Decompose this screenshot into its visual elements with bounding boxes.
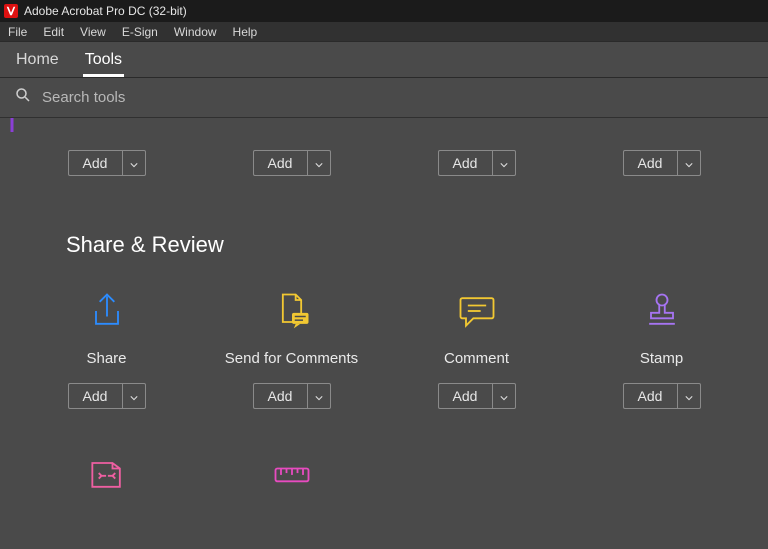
- share-icon: [85, 286, 129, 336]
- tool-compare-files[interactable]: [14, 449, 199, 499]
- section-title: Share & Review: [66, 232, 754, 258]
- measure-icon: [270, 449, 314, 499]
- chevron-down-icon: [500, 388, 508, 404]
- add-button-group: Add: [623, 150, 701, 176]
- comment-icon: [455, 286, 499, 336]
- add-button[interactable]: Add: [623, 150, 677, 176]
- menubar: File Edit View E-Sign Window Help: [0, 22, 768, 42]
- window-title: Adobe Acrobat Pro DC (32-bit): [24, 4, 187, 18]
- add-button-group: Add: [253, 150, 331, 176]
- tool-stamp[interactable]: Stamp Add: [569, 286, 754, 409]
- add-button-group: Add: [68, 150, 146, 176]
- add-button[interactable]: Add: [623, 383, 677, 409]
- add-button[interactable]: Add: [253, 383, 307, 409]
- chevron-down-icon: [130, 155, 138, 171]
- menu-view[interactable]: View: [72, 23, 114, 41]
- app-icon: [4, 4, 18, 18]
- chevron-down-icon: [315, 155, 323, 171]
- tab-home[interactable]: Home: [14, 45, 61, 77]
- tool-label: Share: [86, 350, 126, 367]
- chevron-down-icon: [130, 388, 138, 404]
- add-button-group: Add: [438, 150, 516, 176]
- send-for-comments-icon: [270, 286, 314, 336]
- add-button-group: Add: [438, 383, 516, 409]
- stamp-icon: [640, 286, 684, 336]
- add-dropdown[interactable]: [307, 150, 331, 176]
- menu-edit[interactable]: Edit: [35, 23, 72, 41]
- add-button[interactable]: Add: [438, 150, 492, 176]
- add-button-group: Add: [68, 383, 146, 409]
- tabbar: Home Tools: [0, 42, 768, 78]
- add-dropdown[interactable]: [122, 383, 146, 409]
- tool-label: Comment: [444, 350, 509, 367]
- compare-files-icon: [85, 449, 129, 499]
- add-dropdown[interactable]: [492, 383, 516, 409]
- tool-comment[interactable]: Comment Add: [384, 286, 569, 409]
- add-button-group: Add: [253, 383, 331, 409]
- search-input[interactable]: [42, 89, 754, 106]
- tool-measure[interactable]: [199, 449, 384, 499]
- add-button-group: Add: [623, 383, 701, 409]
- add-button[interactable]: Add: [438, 383, 492, 409]
- chevron-down-icon: [315, 388, 323, 404]
- menu-help[interactable]: Help: [225, 23, 266, 41]
- chevron-down-icon: [500, 155, 508, 171]
- add-dropdown[interactable]: [492, 150, 516, 176]
- chevron-down-icon: [685, 388, 693, 404]
- searchbar: [0, 78, 768, 118]
- add-button[interactable]: Add: [253, 150, 307, 176]
- chevron-down-icon: [685, 155, 693, 171]
- menu-file[interactable]: File: [4, 23, 35, 41]
- tool-send-for-comments[interactable]: Send for Comments Add: [199, 286, 384, 409]
- menu-window[interactable]: Window: [166, 23, 225, 41]
- tools-content: Add Add Add Add Share & Rev: [0, 118, 768, 549]
- menu-esign[interactable]: E-Sign: [114, 23, 166, 41]
- tool-label: Send for Comments: [225, 350, 358, 367]
- search-icon: [14, 86, 32, 109]
- add-button[interactable]: Add: [68, 383, 122, 409]
- add-dropdown[interactable]: [122, 150, 146, 176]
- add-dropdown[interactable]: [677, 150, 701, 176]
- tab-tools[interactable]: Tools: [83, 45, 124, 77]
- tool-share[interactable]: Share Add: [14, 286, 199, 409]
- add-dropdown[interactable]: [307, 383, 331, 409]
- add-dropdown[interactable]: [677, 383, 701, 409]
- add-button[interactable]: Add: [68, 150, 122, 176]
- tool-label: Stamp: [640, 350, 683, 367]
- titlebar: Adobe Acrobat Pro DC (32-bit): [0, 0, 768, 22]
